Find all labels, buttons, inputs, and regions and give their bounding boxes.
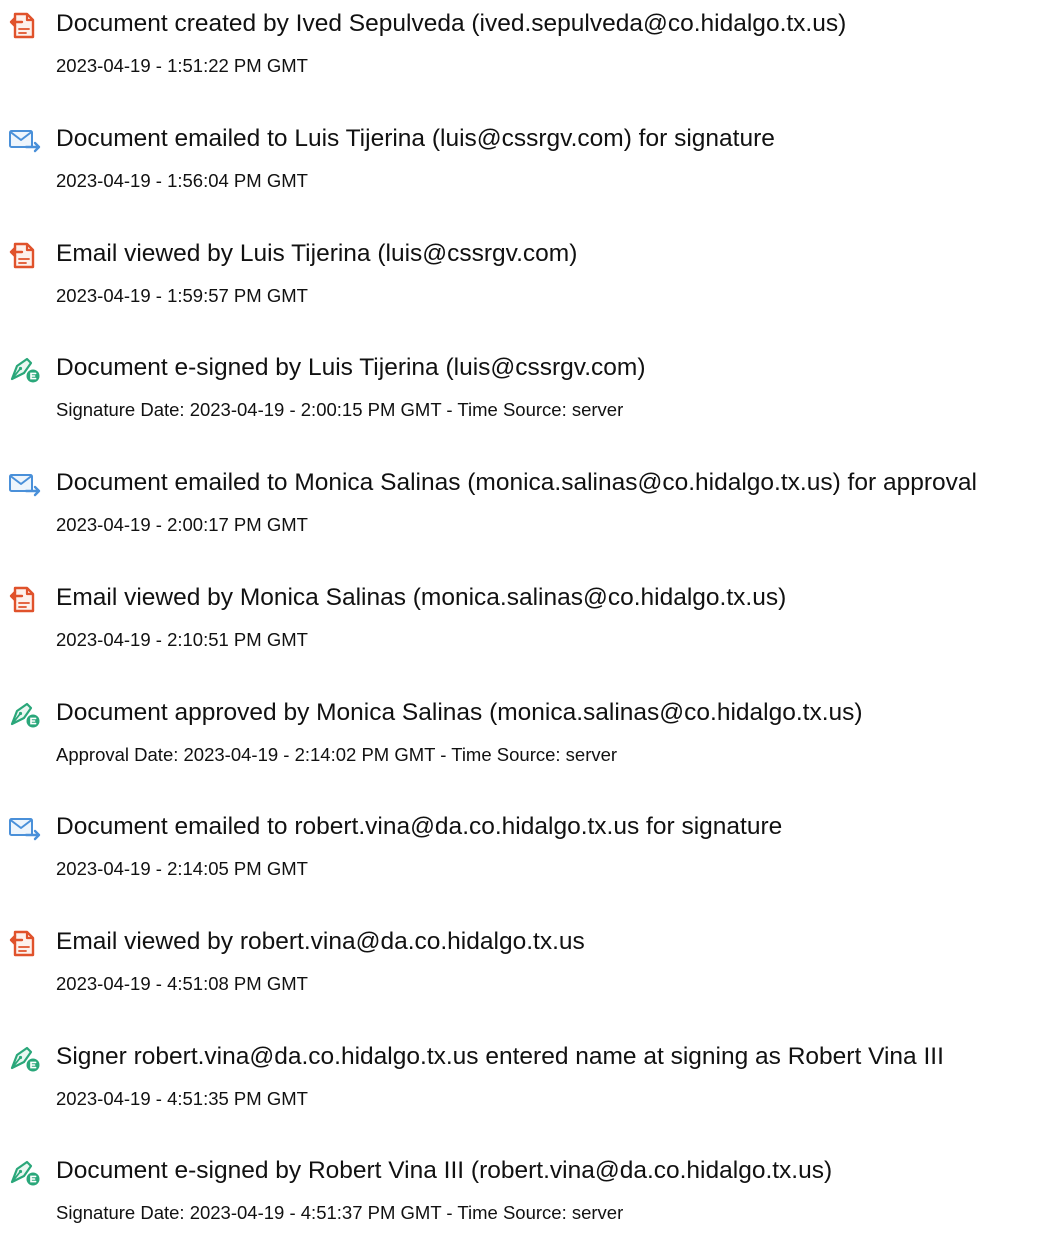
audit-event: Email viewed by robert.vina@da.co.hidalg… [0,918,1059,1018]
event-title: Email viewed by robert.vina@da.co.hidalg… [56,928,585,955]
email-sent-icon [8,813,42,843]
document-icon [8,240,42,270]
event-timestamp: 2023-04-19 - 4:51:35 PM GMT [56,1088,308,1109]
event-title: Document created by Ived Sepulveda (ived… [56,10,847,37]
event-timestamp: 2023-04-19 - 1:59:57 PM GMT [56,285,308,306]
esign-pen-icon [8,1043,42,1073]
event-title: Email viewed by Luis Tijerina (luis@cssr… [56,240,578,267]
event-title: Signer robert.vina@da.co.hidalgo.tx.us e… [56,1043,944,1070]
event-signature-detail: Signature Date: 2023-04-19 - 4:51:37 PM … [56,1202,624,1223]
audit-event: Document e-signed by Robert Vina III (ro… [0,1147,1059,1247]
email-sent-icon [8,469,42,499]
event-title: Document e-signed by Robert Vina III (ro… [56,1157,833,1184]
audit-event: Signer robert.vina@da.co.hidalgo.tx.us e… [0,1033,1059,1133]
event-title: Document emailed to Monica Salinas (moni… [56,469,977,496]
audit-event: Document emailed to robert.vina@da.co.hi… [0,803,1059,903]
event-timestamp: 2023-04-19 - 2:00:17 PM GMT [56,514,308,535]
event-timestamp: 2023-04-19 - 1:51:22 PM GMT [56,55,308,76]
email-sent-icon [8,125,42,155]
event-timestamp: 2023-04-19 - 1:56:04 PM GMT [56,170,308,191]
event-title: Document e-signed by Luis Tijerina (luis… [56,354,646,381]
esign-pen-icon [8,354,42,384]
event-title: Document emailed to robert.vina@da.co.hi… [56,813,783,840]
document-icon [8,584,42,614]
audit-event: Document approved by Monica Salinas (mon… [0,689,1059,789]
event-approval-detail: Approval Date: 2023-04-19 - 2:14:02 PM G… [56,744,618,765]
audit-event: Email viewed by Monica Salinas (monica.s… [0,574,1059,674]
document-icon [8,10,42,40]
event-signature-detail: Signature Date: 2023-04-19 - 2:00:15 PM … [56,399,624,420]
audit-event: Document e-signed by Luis Tijerina (luis… [0,344,1059,444]
audit-event: Document emailed to Monica Salinas (moni… [0,459,1059,559]
audit-event: Email viewed by Luis Tijerina (luis@cssr… [0,230,1059,330]
event-timestamp: 2023-04-19 - 2:10:51 PM GMT [56,629,308,650]
document-icon [8,928,42,958]
audit-event: Document emailed to Luis Tijerina (luis@… [0,115,1059,215]
event-timestamp: 2023-04-19 - 4:51:08 PM GMT [56,973,308,994]
esign-pen-icon [8,699,42,729]
event-timestamp: 2023-04-19 - 2:14:05 PM GMT [56,858,308,879]
audit-event: Document created by Ived Sepulveda (ived… [0,0,1059,100]
esign-pen-icon [8,1157,42,1187]
event-title: Document emailed to Luis Tijerina (luis@… [56,125,775,152]
event-title: Email viewed by Monica Salinas (monica.s… [56,584,787,611]
event-title: Document approved by Monica Salinas (mon… [56,699,863,726]
